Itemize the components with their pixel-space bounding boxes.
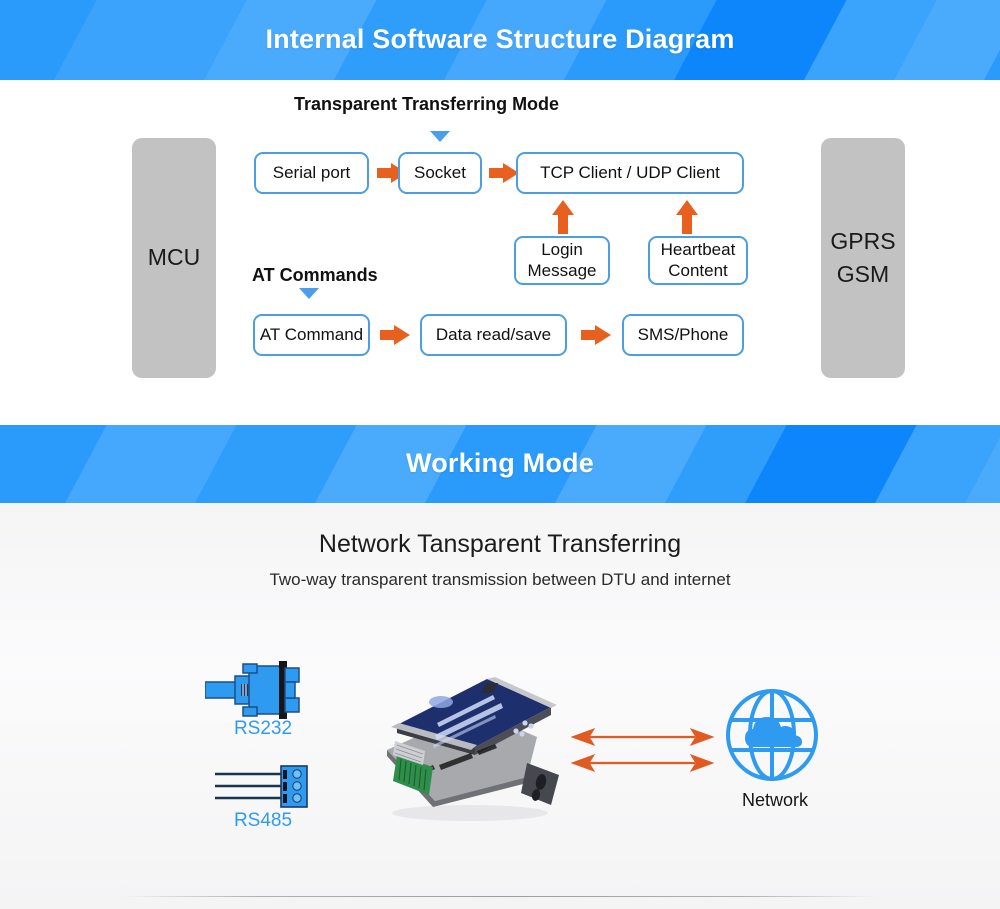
flow-box-label-line1: Login	[541, 240, 583, 260]
working-mode-title: Network Tansparent Transferring	[318, 530, 682, 558]
working-mode-subtitle: Two-way transparent transmission between…	[269, 570, 731, 589]
arrow-right-icon-data-to-sms	[581, 325, 611, 345]
arrow-right-icon-socket-to-tcp	[489, 163, 519, 183]
transparent-mode-label: Transparent Transferring Mode	[294, 94, 560, 114]
flow-box-label-line2: Content	[668, 260, 728, 280]
terminal-block-connector-icon	[215, 765, 308, 808]
rs232-label: RS232	[233, 718, 293, 739]
arrow-up-icon-heartbeat	[676, 200, 698, 234]
flow-box-tcp-udp-client[interactable]: TCP Client / UDP Client	[516, 152, 744, 194]
bottom-divider	[120, 896, 880, 897]
mcu-label: MCU	[147, 244, 201, 271]
at-commands-label: AT Commands	[252, 265, 378, 285]
flow-box-at-command[interactable]: AT Command	[253, 314, 370, 356]
arrow-up-icon-login-message	[552, 200, 574, 234]
dtu-modem-device-icon	[387, 677, 559, 821]
flow-box-socket[interactable]: Socket	[398, 152, 482, 194]
banner-title-middle: Working Mode	[406, 448, 594, 478]
flow-box-login-message[interactable]: Login Message	[514, 236, 610, 285]
gprs-gsm-block: GPRS GSM	[821, 138, 905, 378]
flow-box-label: TCP Client / UDP Client	[540, 162, 720, 182]
flow-box-label: AT Command	[259, 324, 364, 344]
gprs-label-line1: GPRS	[830, 227, 896, 254]
banner-working-mode: Working Mode	[0, 425, 1000, 503]
globe-cloud-network-icon	[726, 689, 818, 781]
flow-box-data-read-save[interactable]: Data read/save	[420, 314, 567, 356]
banner-internal-software-structure: Internal Software Structure Diagram	[0, 0, 1000, 80]
db9-serial-connector-icon	[205, 661, 300, 719]
triangle-down-icon-transparent	[430, 131, 450, 142]
flow-box-label: Data read/save	[435, 324, 552, 344]
rs485-label: RS485	[233, 810, 293, 831]
flow-box-label-line2: Message	[527, 260, 597, 280]
flow-box-label: Socket	[414, 162, 466, 182]
software-structure-diagram: MCU GPRS GSM Transparent Transferring Mo…	[0, 80, 1000, 425]
banner-title-top: Internal Software Structure Diagram	[265, 24, 735, 54]
flow-box-label: SMS/Phone	[637, 324, 729, 344]
triangle-down-icon-at-commands	[299, 288, 319, 299]
flow-box-sms-phone[interactable]: SMS/Phone	[622, 314, 744, 356]
gprs-label-line2: GSM	[836, 261, 890, 287]
flow-box-label: Serial port	[272, 162, 351, 182]
mcu-block: MCU	[132, 138, 216, 378]
flow-box-heartbeat-content[interactable]: Heartbeat Content	[648, 236, 748, 285]
product-info-page: Internal Software Structure Diagram MCU …	[0, 0, 1000, 909]
bidirectional-arrows-icon	[570, 728, 715, 772]
flow-box-label-line1: Heartbeat	[660, 240, 736, 260]
flow-box-serial-port[interactable]: Serial port	[254, 152, 369, 194]
arrow-right-icon-at-to-data	[380, 325, 410, 345]
network-label: Network	[741, 790, 808, 810]
